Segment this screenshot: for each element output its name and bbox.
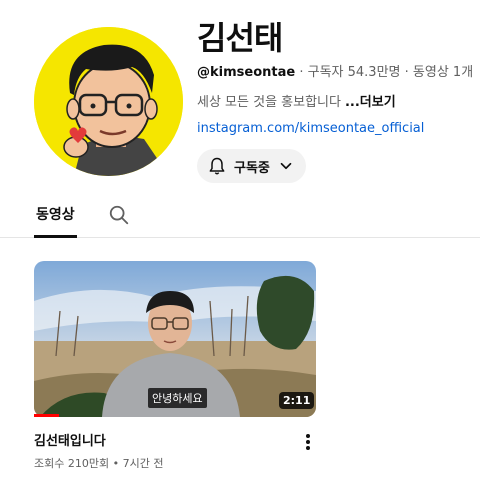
chevron-down-icon xyxy=(277,157,295,175)
upload-age: 7시간 전 xyxy=(122,457,164,470)
video-count: 동영상 1개 xyxy=(412,65,474,80)
video-duration: 2:11 xyxy=(279,392,315,409)
search-icon[interactable] xyxy=(108,204,130,230)
meta-separator: · xyxy=(400,65,413,80)
video-title[interactable]: 김선태입니다 xyxy=(34,430,106,449)
video-caption: 안녕하세요 xyxy=(148,388,207,408)
subscribed-button[interactable]: 구독중 xyxy=(197,149,306,183)
bell-icon xyxy=(207,156,227,176)
more-button[interactable]: ...더보기 xyxy=(345,95,396,110)
subscribed-label: 구독중 xyxy=(234,160,270,176)
meta-separator: • xyxy=(109,457,123,470)
channel-meta: @kimseontae · 구독자 54.3만명 · 동영상 1개 xyxy=(197,61,473,80)
tab-videos[interactable]: 동영상 xyxy=(34,204,77,238)
view-count: 조회수 210만회 xyxy=(34,457,110,470)
more-vert-icon[interactable] xyxy=(301,431,315,453)
watch-progress-bar xyxy=(34,414,59,417)
channel-tabs: 동영상 xyxy=(0,196,480,238)
channel-link[interactable]: instagram.com/kimseontae_official xyxy=(197,121,424,136)
channel-handle: @kimseontae xyxy=(197,65,296,80)
subscriber-count: 구독자 54.3만명 xyxy=(307,65,401,80)
meta-separator: · xyxy=(295,65,308,80)
video-meta: 조회수 210만회 • 7시간 전 xyxy=(34,455,163,471)
channel-name: 김선태 xyxy=(197,19,283,57)
channel-description: 세상 모든 것을 홍보합니다 ...더보기 xyxy=(197,91,396,110)
description-text: 세상 모든 것을 홍보합니다 xyxy=(197,95,341,110)
channel-avatar[interactable] xyxy=(34,27,183,176)
